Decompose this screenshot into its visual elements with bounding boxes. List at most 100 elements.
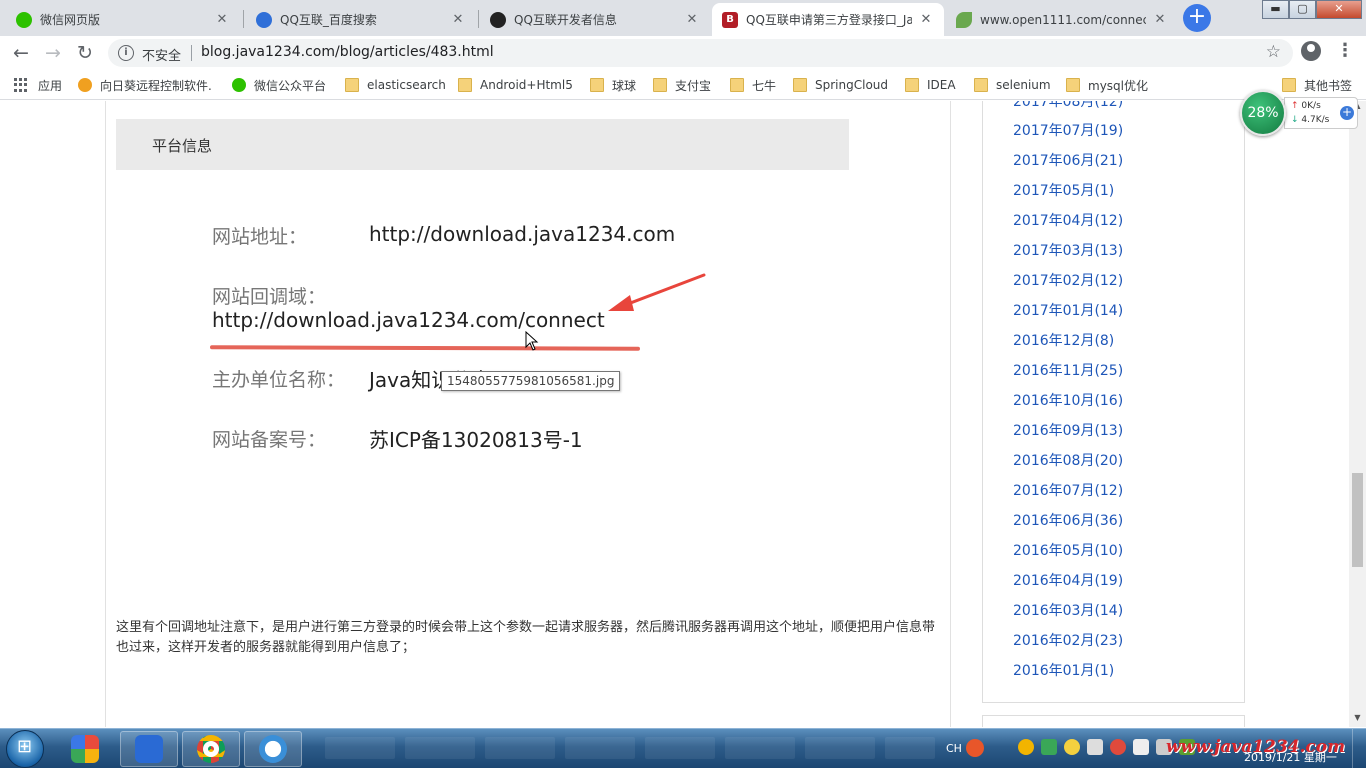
folder-icon [458, 78, 472, 92]
archive-link[interactable]: 2017年06月(21) [1013, 150, 1123, 170]
tab-wechat-web[interactable]: 微信网页版 ✕ [6, 3, 240, 36]
browser-menu-icon[interactable]: ⋮ [1336, 41, 1354, 63]
tab-qq-connect-article[interactable]: B QQ互联申请第三方登录接口_Ja ✕ [712, 3, 944, 36]
plus-icon[interactable]: + [1340, 106, 1354, 120]
memory-percent-badge[interactable]: 28% [1240, 90, 1286, 136]
show-desktop-button[interactable] [1352, 729, 1366, 769]
taskbar-window-button[interactable] [405, 737, 475, 759]
address-bar[interactable]: i 不安全 blog.java1234.com/blog/articles/48… [108, 39, 1293, 67]
archive-link[interactable]: 2016年09月(13) [1013, 420, 1123, 440]
close-icon[interactable]: ✕ [214, 12, 230, 27]
reload-button[interactable]: ↻ [72, 40, 98, 66]
tab-open1111-connect[interactable]: www.open1111.com/connect ✕ [946, 3, 1178, 36]
qq-tray-icon[interactable] [1018, 739, 1034, 755]
archive-link[interactable]: 2016年11月(25) [1013, 360, 1123, 380]
taskbar-window-button[interactable] [885, 737, 935, 759]
minimize-button[interactable]: ▬ [1262, 0, 1289, 19]
taskbar-app-cloud[interactable] [244, 731, 302, 767]
antivirus-tray-icon[interactable] [1110, 739, 1126, 755]
scroll-thumb[interactable] [1352, 473, 1363, 567]
page-scrollbar[interactable]: ▲ ▼ [1349, 101, 1366, 727]
bookmark-qiniu[interactable]: 七牛 [730, 76, 776, 94]
bookmark-apps[interactable]: 应用 [14, 76, 62, 94]
archive-link[interactable]: 2017年05月(1) [1013, 180, 1114, 200]
insecure-label[interactable]: 不安全 [142, 45, 181, 64]
bookmark-alipay[interactable]: 支付宝 [653, 76, 711, 94]
forward-button[interactable]: → [40, 40, 66, 66]
tab-baidu-search[interactable]: QQ互联_百度搜索 ✕ [246, 3, 476, 36]
folder-icon [590, 78, 604, 92]
plus-tray-icon[interactable] [1064, 739, 1080, 755]
bookmark-idea[interactable]: IDEA [905, 76, 956, 94]
archive-link[interactable]: 2017年08月(12) [1013, 101, 1123, 111]
close-window-button[interactable]: ✕ [1316, 0, 1362, 19]
taskbar-window-button[interactable] [325, 737, 395, 759]
info-icon[interactable]: i [118, 45, 134, 61]
bookmark-springcloud[interactable]: SpringCloud [793, 76, 888, 94]
taskbar-app-chrome[interactable] [182, 731, 240, 767]
archive-link[interactable]: 2016年08月(20) [1013, 450, 1123, 470]
tab-separator [243, 10, 244, 28]
network-speed-widget[interactable]: ↑ 0K/s ↓ 4.7K/s + 28% [1238, 90, 1362, 136]
bookmark-label: Android+Html5 [480, 78, 573, 92]
bookmark-android-html5[interactable]: Android+Html5 [458, 76, 573, 94]
archive-link[interactable]: 2016年04月(19) [1013, 570, 1123, 590]
archive-link[interactable]: 2016年10月(16) [1013, 390, 1123, 410]
taskbar-window-button[interactable] [805, 737, 875, 759]
url-text[interactable]: blog.java1234.com/blog/articles/483.html [201, 44, 494, 60]
security-shield-icon[interactable] [1041, 739, 1057, 755]
wechat-icon [232, 78, 246, 92]
ime-indicator[interactable]: CH [946, 742, 962, 755]
archive-link[interactable]: 2017年02月(12) [1013, 270, 1123, 290]
close-icon[interactable]: ✕ [918, 12, 934, 27]
new-tab-button[interactable]: + [1183, 4, 1211, 32]
archive-link[interactable]: 2016年07月(12) [1013, 480, 1123, 500]
leaf-icon [956, 11, 972, 28]
archive-link[interactable]: 2016年06月(36) [1013, 510, 1123, 530]
close-icon[interactable]: ✕ [684, 12, 700, 27]
bookmark-elasticsearch[interactable]: elasticsearch [345, 76, 446, 94]
bookmark-star-icon[interactable]: ☆ [1266, 42, 1281, 62]
taskbar-window-button[interactable] [565, 737, 635, 759]
taskbar-app-wps[interactable] [120, 731, 178, 767]
tab-qq-developer[interactable]: QQ互联开发者信息 ✕ [480, 3, 710, 36]
archive-link[interactable]: 2016年05月(10) [1013, 540, 1123, 560]
bookmark-mysql[interactable]: mysql优化 [1066, 76, 1148, 94]
archive-link[interactable]: 2017年07月(19) [1013, 120, 1123, 140]
scroll-down-arrow-icon[interactable]: ▼ [1349, 713, 1366, 727]
profile-avatar-icon[interactable] [1301, 41, 1321, 61]
archive-link[interactable]: 2016年02月(23) [1013, 630, 1123, 650]
window-controls: ▬ ▢ ✕ [1262, 0, 1362, 19]
archive-link[interactable]: 2017年03月(13) [1013, 240, 1123, 260]
bookmark-sunflower[interactable]: 向日葵远程控制软件. [78, 76, 212, 94]
close-icon[interactable]: ✕ [450, 12, 466, 27]
taskbar-app-media[interactable] [56, 731, 114, 767]
mouse-cursor-icon [525, 331, 539, 351]
taskbar-window-button[interactable] [485, 737, 555, 759]
maximize-button[interactable]: ▢ [1289, 0, 1316, 19]
sogou-ime-icon[interactable] [966, 739, 984, 757]
back-button[interactable]: ← [8, 40, 34, 66]
archive-link[interactable]: 2016年01月(1) [1013, 660, 1114, 680]
bookmark-selenium[interactable]: selenium [974, 76, 1051, 94]
archive-link[interactable]: 2017年04月(12) [1013, 210, 1123, 230]
platform-info-header: 平台信息 [116, 119, 849, 170]
archive-link[interactable]: 2016年03月(14) [1013, 600, 1123, 620]
tab-title: 微信网页版 [40, 13, 101, 27]
taskbar-window-button[interactable] [645, 737, 715, 759]
taskbar-window-button[interactable] [725, 737, 795, 759]
folder-icon [905, 78, 919, 92]
bookmark-qiuqiu[interactable]: 球球 [590, 76, 636, 94]
monitor-tray-icon[interactable] [1133, 739, 1149, 755]
start-button[interactable] [6, 730, 44, 768]
sidebar-panel [982, 715, 1245, 727]
bookmark-label: mysql优化 [1088, 78, 1148, 93]
close-icon[interactable]: ✕ [1152, 12, 1168, 27]
system-clock[interactable]: 2019/1/21 星期一 [1244, 749, 1337, 765]
folder-icon [653, 78, 667, 92]
network-tray-icon[interactable] [1087, 739, 1103, 755]
archive-link[interactable]: 2017年01月(14) [1013, 300, 1123, 320]
platform-info-title: 平台信息 [152, 137, 213, 155]
archive-link[interactable]: 2016年12月(8) [1013, 330, 1114, 350]
bookmark-wechat-mp[interactable]: 微信公众平台 [232, 76, 326, 94]
